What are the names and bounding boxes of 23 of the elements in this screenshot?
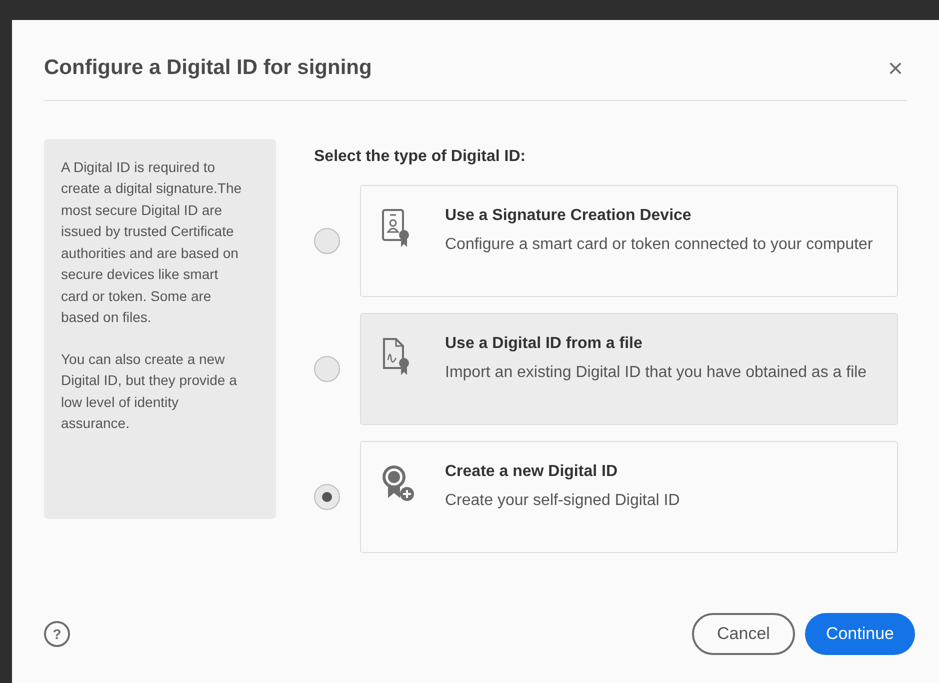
dialog-title: Configure a Digital ID for signing [44, 55, 372, 81]
award-plus-icon [381, 464, 417, 504]
option-description: Import an existing Digital ID that you have obtained as a file [445, 362, 867, 382]
option-description: Create your self-signed Digital ID [445, 490, 680, 510]
close-button[interactable]: × [884, 54, 907, 81]
id-card-badge-icon [381, 208, 411, 248]
continue-button[interactable]: Continue [804, 613, 915, 655]
section-prompt: Select the type of Digital ID: [314, 146, 527, 166]
option-card[interactable]: Use a Signature Creation Device Configure a smart card or token connected to your computer [360, 184, 898, 296]
option-title: Create a new Digital ID [445, 462, 618, 482]
radio-button[interactable] [314, 484, 340, 510]
option-title: Use a Digital ID from a file [445, 334, 644, 354]
help-button[interactable]: ? [44, 621, 70, 647]
info-text: A Digital ID is required to create a digital signature.The most secure Digital ID are issued by trusted Certificate authorities and are based on secure devices like smart card or token. Some are based on files. [61, 158, 243, 327]
option-card[interactable]: Create a new Digital ID Create your self-signed Digital ID [360, 440, 898, 552]
option-title: Use a Signature Creation Device [445, 206, 692, 226]
option-description: Configure a smart card or token connected to your computer [445, 234, 873, 254]
radio-button[interactable] [314, 356, 340, 382]
document-badge-icon [381, 336, 411, 376]
radio-button[interactable] [314, 228, 340, 254]
info-text: You can also create a new Digital ID, but they provide a low level of identity assurance. [61, 350, 238, 433]
cancel-button[interactable]: Cancel [692, 613, 795, 655]
option-card[interactable]: Use a Digital ID from a file Import an existing Digital ID that you have obtained as a file [360, 312, 898, 424]
